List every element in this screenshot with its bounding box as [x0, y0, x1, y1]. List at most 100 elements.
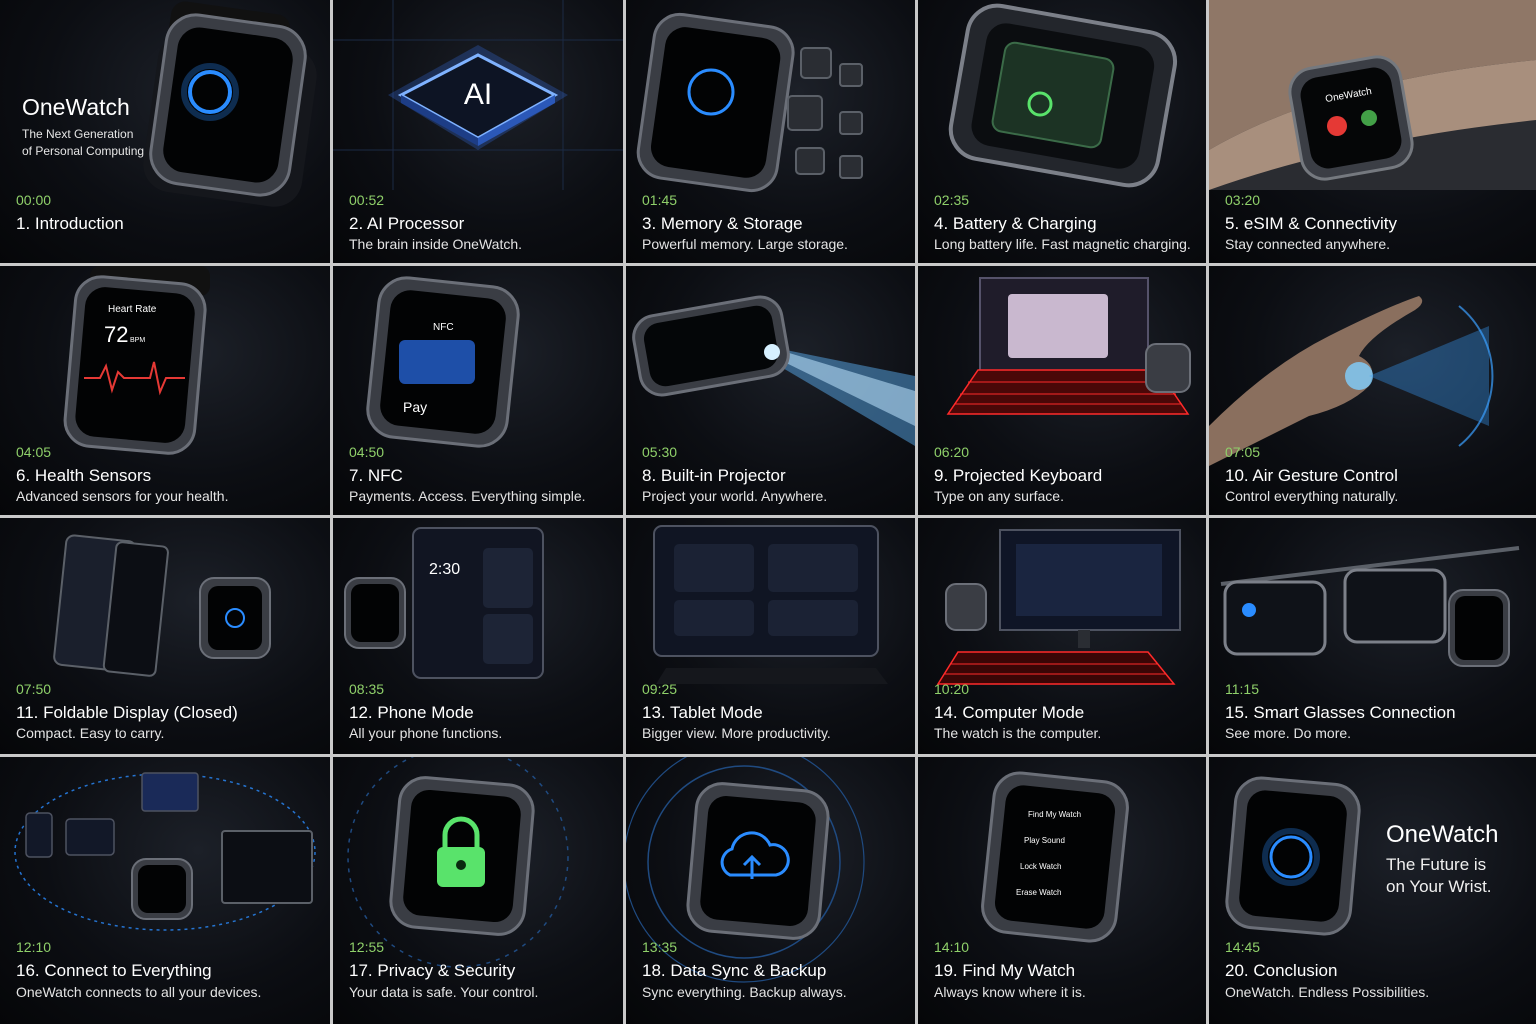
brand-title: OneWatch [1386, 821, 1499, 848]
chapter-caption: Bigger view. More productivity. [642, 725, 831, 741]
tile-memory-storage[interactable]: 01:45 3. Memory & Storage Powerful memor… [626, 0, 915, 263]
storyboard-grid: OneWatch The Next Generation of Personal… [0, 0, 1536, 1024]
chapter-title: 4. Battery & Charging [934, 214, 1097, 233]
timestamp: 05:30 [642, 444, 678, 460]
chapter-caption: Long battery life. Fast magnetic chargin… [934, 236, 1191, 252]
screen-label: NFC [433, 322, 454, 333]
tile-conclusion[interactable]: OneWatch The Future is on Your Wrist. 14… [1209, 757, 1536, 1024]
chapter-title: 9. Projected Keyboard [934, 466, 1103, 485]
menu-item-play-sound: Play Sound [1024, 836, 1065, 845]
chapter-caption: Stay connected anywhere. [1225, 236, 1390, 252]
timestamp: 02:35 [934, 192, 970, 208]
chapter-caption: Powerful memory. Large storage. [642, 236, 848, 252]
screen-label: Heart Rate [108, 304, 157, 315]
tile-battery-charging[interactable]: 02:35 4. Battery & Charging Long battery… [918, 0, 1206, 263]
closing-line: The Future is [1386, 855, 1487, 874]
chapter-title: 12. Phone Mode [349, 703, 474, 722]
chapter-title: 5. eSIM & Connectivity [1225, 214, 1397, 233]
timestamp: 09:25 [642, 681, 678, 697]
chapter-title: 8. Built-in Projector [642, 466, 786, 485]
chapter-caption: OneWatch connects to all your devices. [16, 984, 262, 1000]
timestamp: 14:45 [1225, 939, 1261, 955]
timestamp: 12:55 [349, 939, 385, 955]
chapter-title: 6. Health Sensors [16, 466, 152, 485]
timestamp: 08:35 [349, 681, 385, 697]
tile-health-sensors[interactable]: Heart Rate 72 BPM 04:05 6. Health Sensor… [0, 266, 330, 515]
chapter-title: 7. NFC [349, 466, 403, 485]
chapter-caption: Always know where it is. [934, 984, 1086, 1000]
decline-call-icon [1327, 116, 1347, 136]
timestamp: 12:10 [16, 939, 52, 955]
menu-item-lock: Lock Watch [1020, 862, 1062, 871]
chapter-title: 17. Privacy & Security [349, 961, 516, 980]
heart-rate-value: 72 [104, 322, 128, 347]
heart-rate-unit: BPM [130, 337, 145, 344]
chapter-title: 18. Data Sync & Backup [642, 961, 827, 980]
tile-ai-processor[interactable]: AI 00:52 2. AI Processor The brain insid… [333, 0, 623, 263]
tile-built-in-projector[interactable]: 05:30 8. Built-in Projector Project your… [626, 266, 915, 515]
closing-line: on Your Wrist. [1386, 877, 1492, 896]
chapter-title: 20. Conclusion [1225, 961, 1338, 980]
tagline: of Personal Computing [22, 144, 145, 158]
chapter-caption: Your data is safe. Your control. [349, 984, 539, 1000]
pay-label: Pay [403, 399, 427, 415]
tile-foldable-display[interactable]: 07:50 11. Foldable Display (Closed) Comp… [0, 518, 330, 754]
tile-connect-to-everything[interactable]: 12:10 16. Connect to Everything OneWatch… [0, 757, 330, 1024]
chapter-title: 13. Tablet Mode [642, 703, 763, 722]
chapter-caption: Compact. Easy to carry. [16, 725, 165, 741]
tile-computer-mode[interactable]: 10:20 14. Computer Mode The watch is the… [918, 518, 1206, 754]
chapter-title: 16. Connect to Everything [16, 961, 212, 980]
chapter-caption: Project your world. Anywhere. [642, 488, 828, 504]
chip-label: AI [464, 78, 492, 111]
accept-call-icon [1361, 110, 1377, 126]
phone-clock: 2:30 [429, 561, 460, 578]
tagline: The Next Generation [22, 127, 134, 141]
tile-data-sync-backup[interactable]: 13:35 18. Data Sync & Backup Sync everyt… [626, 757, 915, 1024]
timestamp: 06:20 [934, 444, 970, 460]
timestamp: 11:15 [1225, 681, 1259, 697]
menu-item-find: Find My Watch [1028, 810, 1081, 819]
chapter-caption: The watch is the computer. [934, 725, 1102, 741]
timestamp: 10:20 [934, 681, 970, 697]
tile-esim-connectivity[interactable]: OneWatch 03:20 5. eSIM & Connectivity St… [1209, 0, 1536, 263]
timestamp: 13:35 [642, 939, 678, 955]
timestamp: 07:50 [16, 681, 52, 697]
chapter-title: 3. Memory & Storage [642, 214, 803, 233]
tile-smart-glasses[interactable]: 11:15 15. Smart Glasses Connection See m… [1209, 518, 1536, 754]
chapter-title: 1. Introduction [16, 214, 124, 233]
chapter-caption: See more. Do more. [1225, 725, 1352, 741]
brand-title: OneWatch [22, 94, 130, 120]
tile-air-gesture-control[interactable]: 07:05 10. Air Gesture Control Control ev… [1209, 266, 1536, 515]
chapter-title: 10. Air Gesture Control [1225, 466, 1398, 485]
timestamp: 00:00 [16, 192, 52, 208]
tile-privacy-security[interactable]: 12:55 17. Privacy & Security Your data i… [333, 757, 623, 1024]
chapter-caption: OneWatch. Endless Possibilities. [1225, 984, 1430, 1000]
chapter-title: 11. Foldable Display (Closed) [16, 703, 238, 722]
timestamp: 03:20 [1225, 192, 1261, 208]
tile-nfc[interactable]: NFC Pay 04:50 7. NFC Payments. Access. E… [333, 266, 623, 515]
chapter-caption: All your phone functions. [349, 725, 503, 741]
chapter-caption: The brain inside OneWatch. [349, 236, 523, 252]
timestamp: 04:50 [349, 444, 385, 460]
timestamp: 04:05 [16, 444, 52, 460]
chapter-caption: Advanced sensors for your health. [16, 488, 229, 504]
chapter-caption: Sync everything. Backup always. [642, 984, 847, 1000]
chapter-caption: Control everything naturally. [1225, 488, 1399, 504]
tile-tablet-mode[interactable]: 09:25 13. Tablet Mode Bigger view. More … [626, 518, 915, 754]
tile-phone-mode[interactable]: 2:30 08:35 12. Phone Mode All your phone… [333, 518, 623, 754]
timestamp: 07:05 [1225, 444, 1261, 460]
payment-card-icon [399, 340, 475, 384]
tile-introduction[interactable]: OneWatch The Next Generation of Personal… [0, 0, 330, 263]
timestamp: 01:45 [642, 192, 678, 208]
chapter-caption: Payments. Access. Everything simple. [349, 488, 586, 504]
chapter-caption: Type on any surface. [934, 488, 1064, 504]
timestamp: 00:52 [349, 192, 385, 208]
chapter-title: 14. Computer Mode [934, 703, 1085, 722]
chapter-title: 2. AI Processor [349, 214, 465, 233]
timestamp: 14:10 [934, 939, 970, 955]
tile-projected-keyboard[interactable]: 06:20 9. Projected Keyboard Type on any … [918, 266, 1206, 515]
tile-find-my-watch[interactable]: Find My Watch Play Sound Lock Watch Eras… [918, 757, 1206, 1024]
chapter-title: 19. Find My Watch [934, 961, 1076, 980]
menu-item-erase: Erase Watch [1016, 888, 1062, 897]
chapter-title: 15. Smart Glasses Connection [1225, 703, 1456, 722]
